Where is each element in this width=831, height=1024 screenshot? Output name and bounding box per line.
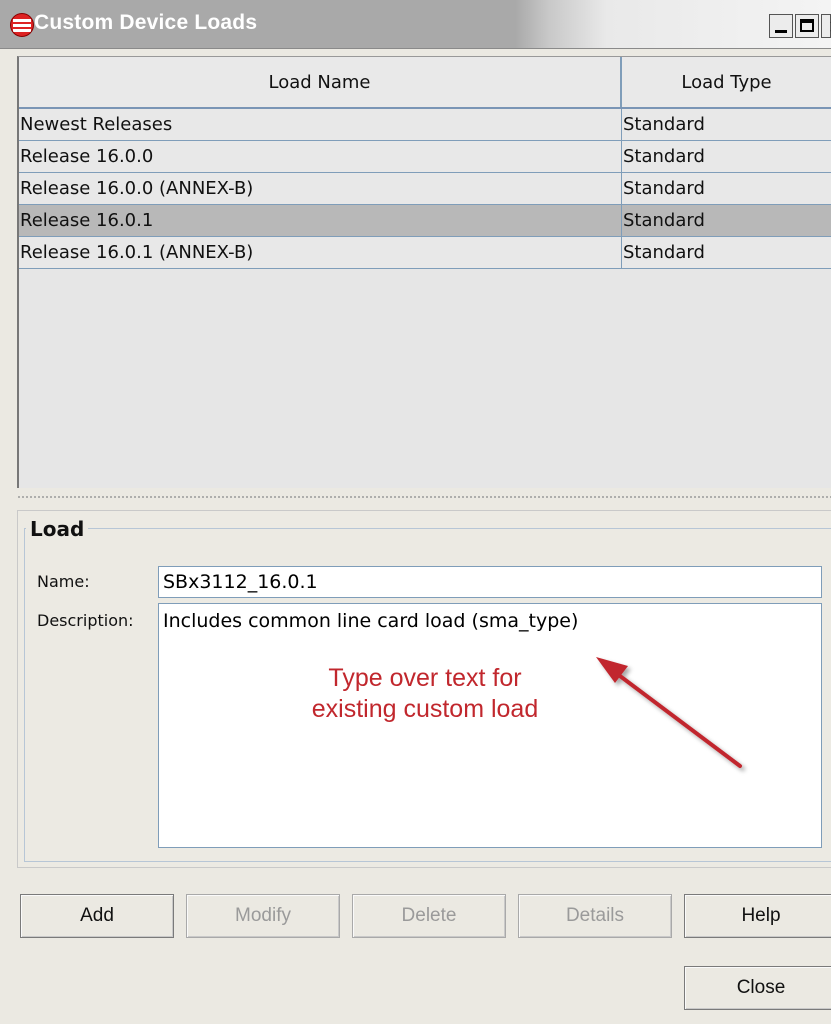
add-button[interactable]: Add	[20, 894, 174, 938]
column-header-load-type[interactable]: Load Type	[622, 57, 831, 107]
split-pane-divider[interactable]	[17, 488, 831, 510]
name-field[interactable]: SBx3112_16.0.1	[158, 566, 822, 598]
cell-load-name: Release 16.0.0 (ANNEX-B)	[19, 173, 622, 204]
description-field[interactable]: Includes common line card load (sma_type…	[158, 603, 822, 848]
window-controls: ×	[767, 14, 831, 40]
cell-load-type: Standard	[623, 114, 705, 135]
table-row[interactable]: Newest Releases Standard	[19, 109, 831, 141]
modify-button[interactable]: Modify	[186, 894, 340, 938]
delete-button[interactable]: Delete	[352, 894, 506, 938]
cell-load-type: Standard	[623, 210, 705, 231]
cell-load-type: Standard	[623, 178, 705, 199]
details-button[interactable]: Details	[518, 894, 672, 938]
cell-load-name: Release 16.0.0	[19, 141, 622, 172]
table-row[interactable]: Release 16.0.1 (ANNEX-B) Standard	[19, 237, 831, 269]
description-label: Description:	[37, 611, 134, 630]
cell-load-type: Standard	[623, 242, 705, 263]
loads-table[interactable]: Load Name Load Type Newest Releases Stan…	[17, 56, 831, 488]
annotation-text: Type over text for existing custom load	[300, 663, 550, 725]
title-bar[interactable]: Custom Device Loads ×	[0, 0, 831, 49]
close-button[interactable]: Close	[684, 966, 831, 1010]
name-label: Name:	[37, 572, 90, 591]
table-row[interactable]: Release 16.0.0 (ANNEX-B) Standard	[19, 173, 831, 205]
table-row[interactable]: Release 16.0.0 Standard	[19, 141, 831, 173]
window-title: Custom Device Loads	[34, 11, 258, 34]
column-header-load-name[interactable]: Load Name	[19, 57, 622, 107]
cell-load-name: Newest Releases	[19, 109, 622, 140]
help-button[interactable]: Help	[684, 894, 831, 938]
annotation-line-2: existing custom load	[311, 695, 539, 723]
minimize-icon[interactable]	[769, 14, 793, 38]
table-row-selected[interactable]: Release 16.0.1 Standard	[19, 205, 831, 237]
close-icon[interactable]: ×	[821, 14, 831, 38]
maximize-icon[interactable]	[795, 14, 819, 38]
load-group-label: Load	[26, 517, 89, 541]
cell-load-type: Standard	[623, 146, 705, 167]
app-logo-icon	[10, 13, 34, 37]
table-header: Load Name Load Type	[19, 57, 831, 109]
annotation-line-1: Type over text for	[328, 664, 522, 692]
cell-load-name: Release 16.0.1 (ANNEX-B)	[19, 237, 622, 268]
cell-load-name: Release 16.0.1	[19, 205, 622, 236]
